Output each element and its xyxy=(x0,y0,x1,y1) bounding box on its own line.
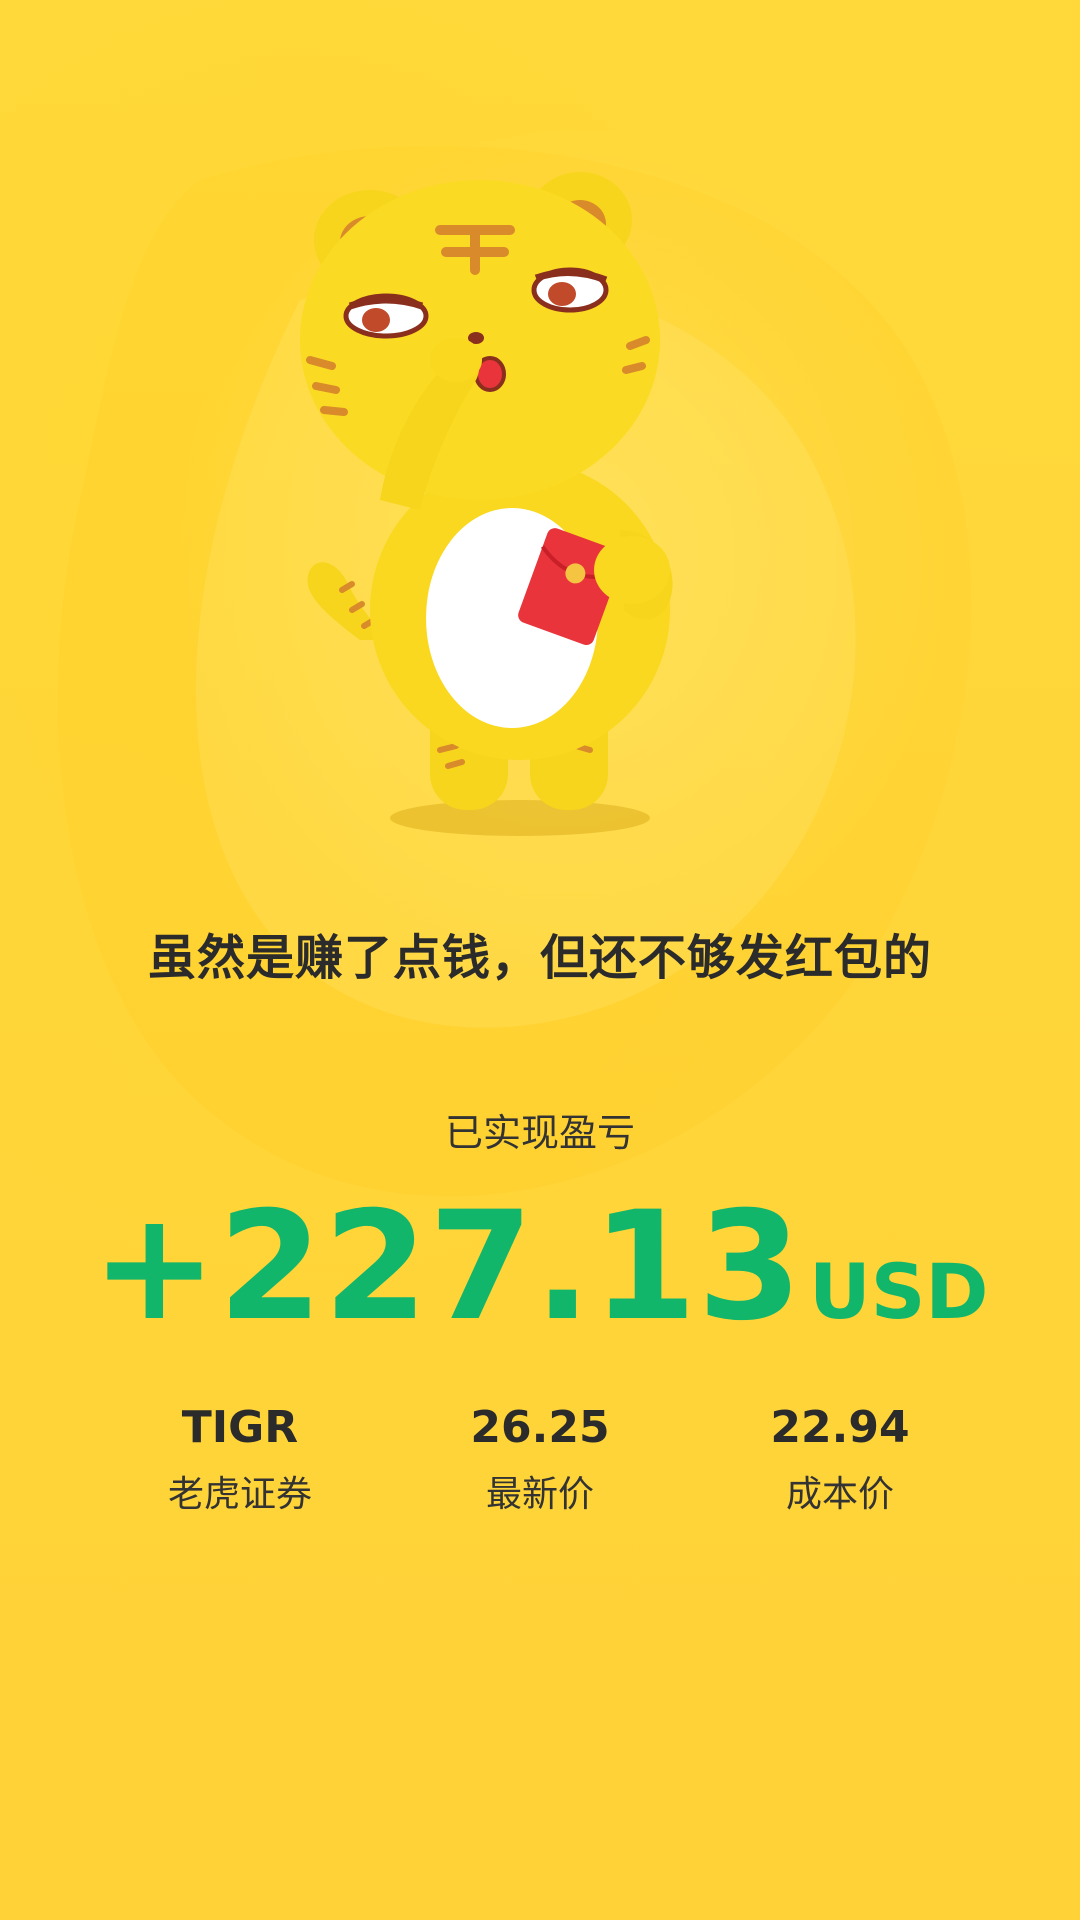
share-card: 虽然是赚了点钱，但还不够发红包的 已实现盈亏 +227.13 USD TIGR … xyxy=(0,0,1080,1920)
stat-symbol: TIGR 老虎证券 xyxy=(120,1400,360,1518)
stat-latest-price: 26.25 最新价 xyxy=(420,1400,660,1518)
stat-symbol-value: TIGR xyxy=(181,1402,299,1453)
stat-symbol-label: 老虎证券 xyxy=(167,1474,312,1515)
stat-cost-price-value: 22.94 xyxy=(770,1402,910,1453)
realized-pnl-value: +227.13 xyxy=(91,1180,803,1354)
realized-pnl-currency: USD xyxy=(808,1247,989,1336)
position-stats: TIGR 老虎证券 26.25 最新价 22.94 成本价 xyxy=(0,1400,1080,1540)
realized-pnl-label: 已实现盈亏 xyxy=(444,1111,635,1155)
headline: 虽然是赚了点钱，但还不够发红包的 xyxy=(147,930,932,986)
stat-latest-price-value: 26.25 xyxy=(470,1402,610,1453)
stat-latest-price-label: 最新价 xyxy=(485,1474,594,1515)
tiger-mascot-icon xyxy=(300,172,673,836)
stat-cost-price-label: 成本价 xyxy=(785,1474,894,1515)
realized-pnl: +227.13 USD xyxy=(0,1180,1080,1354)
stat-cost-price: 22.94 成本价 xyxy=(720,1400,960,1518)
